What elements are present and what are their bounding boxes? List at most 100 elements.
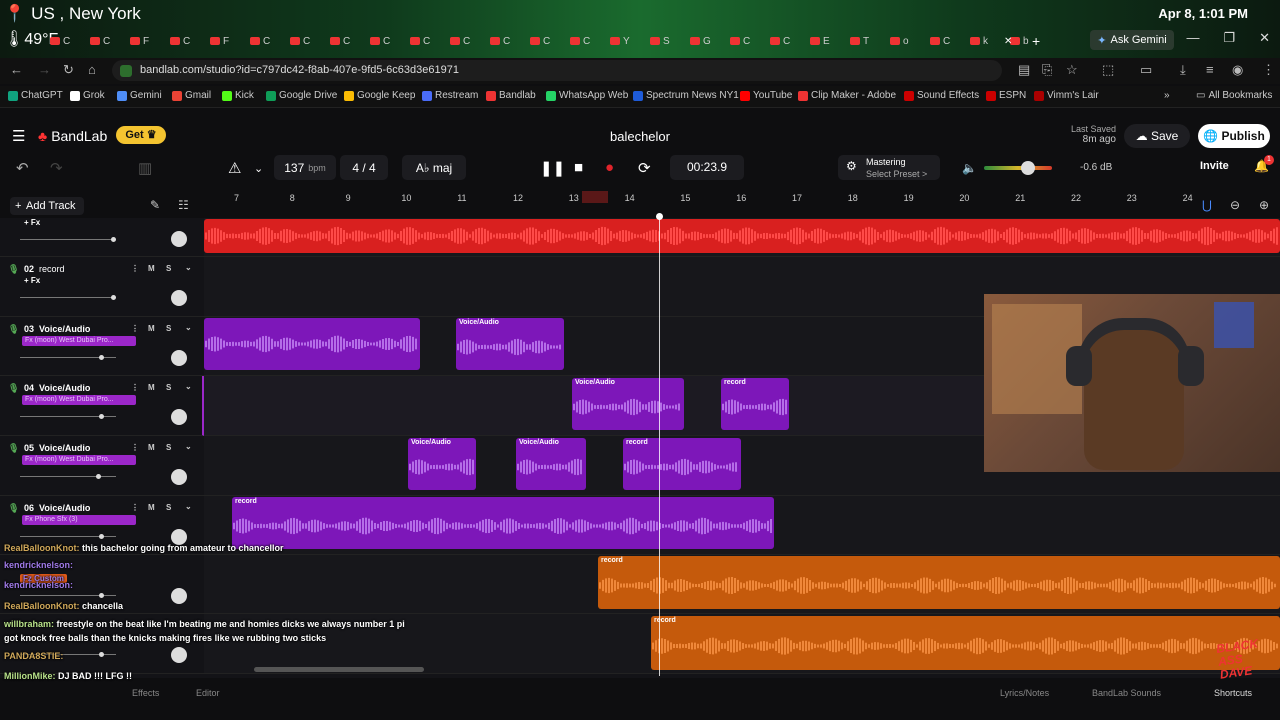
lyrics-notes-tab[interactable]: Lyrics/Notes <box>1000 688 1049 698</box>
star-icon[interactable]: ☆ <box>1066 62 1078 78</box>
track-more-icon[interactable]: ⋮ <box>131 383 139 392</box>
browser-tab[interactable]: C <box>730 32 770 50</box>
browser-tab[interactable]: C <box>930 32 970 50</box>
fader-handle[interactable] <box>96 474 101 479</box>
audio-clip[interactable] <box>204 318 420 370</box>
browser-tab[interactable]: C <box>370 32 410 50</box>
track-more-icon[interactable]: ⋮ <box>131 324 139 333</box>
track-name[interactable]: Voice/Audio <box>39 324 90 334</box>
bookmark-item[interactable]: Spectrum News NY1 <box>633 90 739 101</box>
chevron-down-icon[interactable]: ⌄ <box>185 263 192 272</box>
solo-button[interactable]: S <box>166 383 171 392</box>
bookmark-item[interactable]: Sound Effects <box>904 90 979 101</box>
pencil-icon[interactable]: ✎ <box>150 198 160 212</box>
mute-button[interactable]: M <box>148 503 155 512</box>
bookmark-item[interactable]: Grok <box>70 90 105 101</box>
more-icon[interactable]: ⋮ <box>1262 62 1275 78</box>
browser-tab[interactable]: F <box>210 32 250 50</box>
add-fx-button[interactable]: + Fx <box>24 218 40 227</box>
browser-tab[interactable]: T <box>850 32 890 50</box>
publish-button[interactable]: 🌐 Publish <box>1198 124 1270 148</box>
audio-clip[interactable]: Voice/Audio <box>456 318 564 370</box>
home-icon[interactable]: ⌂ <box>88 62 96 77</box>
fader-handle[interactable] <box>99 355 104 360</box>
bookmark-item[interactable]: WhatsApp Web <box>546 90 628 101</box>
pan-knob[interactable] <box>171 469 187 485</box>
track-fx-chip[interactable]: Fx (moon) West Dubai Pro... <box>22 395 136 405</box>
browser-tab[interactable]: E <box>810 32 850 50</box>
save-button[interactable]: ☁ Save <box>1124 124 1190 148</box>
audio-clip[interactable]: Voice/Audio <box>408 438 476 490</box>
editor-tab[interactable]: Editor <box>196 688 220 698</box>
mixer-icon[interactable]: ▥ <box>138 159 152 177</box>
key-field[interactable]: A♭ maj <box>402 155 466 180</box>
stop-icon[interactable]: ■ <box>574 159 583 176</box>
browser-tab[interactable]: G <box>690 32 730 50</box>
audio-clip[interactable]: record <box>598 556 1280 609</box>
redo-icon[interactable]: ↷ <box>50 159 63 177</box>
menu-list-icon[interactable]: ≡ <box>1206 62 1214 77</box>
zoom-in-icon[interactable]: ⊕ <box>1259 198 1269 212</box>
bookmark-item[interactable]: Kick <box>222 90 254 101</box>
horizontal-scrollbar[interactable] <box>254 667 424 672</box>
metronome-dropdown-icon[interactable]: ⌄ <box>254 162 263 175</box>
chevron-down-icon[interactable]: ⌄ <box>185 382 192 391</box>
browser-tab[interactable]: S <box>650 32 690 50</box>
audio-clip[interactable]: record <box>623 438 741 490</box>
reload-icon[interactable]: ↻ <box>63 62 74 78</box>
track-volume-fader[interactable] <box>20 476 116 477</box>
zoom-out-icon[interactable]: ⊖ <box>1230 198 1240 212</box>
browser-tab[interactable]: C <box>330 32 370 50</box>
track-fx-chip[interactable]: Fx Phone Sfx (3) <box>22 515 136 525</box>
browser-tab[interactable]: C <box>410 32 450 50</box>
volume-slider-handle[interactable] <box>1021 161 1035 175</box>
fader-handle[interactable] <box>99 652 104 657</box>
browser-tab[interactable]: C <box>770 32 810 50</box>
ask-gemini-button[interactable]: ✦ Ask Gemini <box>1090 30 1174 50</box>
audio-clip[interactable]: record <box>232 497 774 549</box>
pan-knob[interactable] <box>171 231 187 247</box>
pan-knob[interactable] <box>171 350 187 366</box>
track-name[interactable]: Voice/Audio <box>39 383 90 393</box>
time-signature-field[interactable]: 4 / 4 <box>340 155 388 180</box>
track-name[interactable]: Voice/Audio <box>39 443 90 453</box>
invite-button[interactable]: Invite <box>1200 160 1229 172</box>
mute-button[interactable]: M <box>148 383 155 392</box>
fader-handle[interactable] <box>99 414 104 419</box>
track-fx-chip[interactable]: Fx (moon) West Dubai Pro... <box>22 336 136 346</box>
solo-button[interactable]: S <box>166 324 171 333</box>
back-icon[interactable]: ← <box>10 62 23 77</box>
audio-clip[interactable]: Voice/Audio <box>516 438 586 490</box>
track-more-icon[interactable]: ⋮ <box>131 264 139 273</box>
download-icon[interactable]: ⤓ <box>1180 62 1186 78</box>
bookmark-item[interactable]: ESPN <box>986 90 1026 101</box>
site-info-icon[interactable] <box>120 65 132 77</box>
pan-knob[interactable] <box>171 409 187 425</box>
browser-tab[interactable]: C <box>90 32 130 50</box>
bookmark-item[interactable]: ChatGPT <box>8 90 63 101</box>
browser-tab[interactable]: Y <box>610 32 650 50</box>
fader-handle[interactable] <box>111 295 116 300</box>
new-tab-icon[interactable]: + <box>1032 32 1072 50</box>
effects-tab[interactable]: Effects <box>132 688 159 698</box>
audio-clip[interactable]: Voice/Audio <box>572 378 684 430</box>
all-bookmarks[interactable]: ▭ All Bookmarks <box>1196 90 1272 101</box>
sidebar-icon[interactable]: ▭ <box>1140 62 1152 78</box>
maximize-icon[interactable]: ❐ <box>1223 30 1235 46</box>
browser-tab[interactable]: C <box>290 32 330 50</box>
browser-tab[interactable]: C <box>170 32 210 50</box>
track-volume-fader[interactable] <box>20 297 116 298</box>
shortcuts-tab[interactable]: Shortcuts <box>1214 688 1252 698</box>
add-track-button[interactable]: + Add Track <box>10 197 84 215</box>
forward-icon[interactable]: → <box>38 62 51 77</box>
mute-button[interactable]: M <box>148 324 155 333</box>
loop-region-marker[interactable] <box>582 191 608 203</box>
bookmark-item[interactable]: Bandlab <box>486 90 536 101</box>
track-more-icon[interactable]: ⋮ <box>131 503 139 512</box>
chevron-down-icon[interactable]: ⌄ <box>185 323 192 332</box>
fader-handle[interactable] <box>99 593 104 598</box>
bandlab-sounds-tab[interactable]: BandLab Sounds <box>1092 688 1161 698</box>
chevron-down-icon[interactable]: ⌄ <box>185 502 192 511</box>
bookmark-item[interactable]: Gemini <box>117 90 162 101</box>
track-more-icon[interactable]: ⋮ <box>131 443 139 452</box>
